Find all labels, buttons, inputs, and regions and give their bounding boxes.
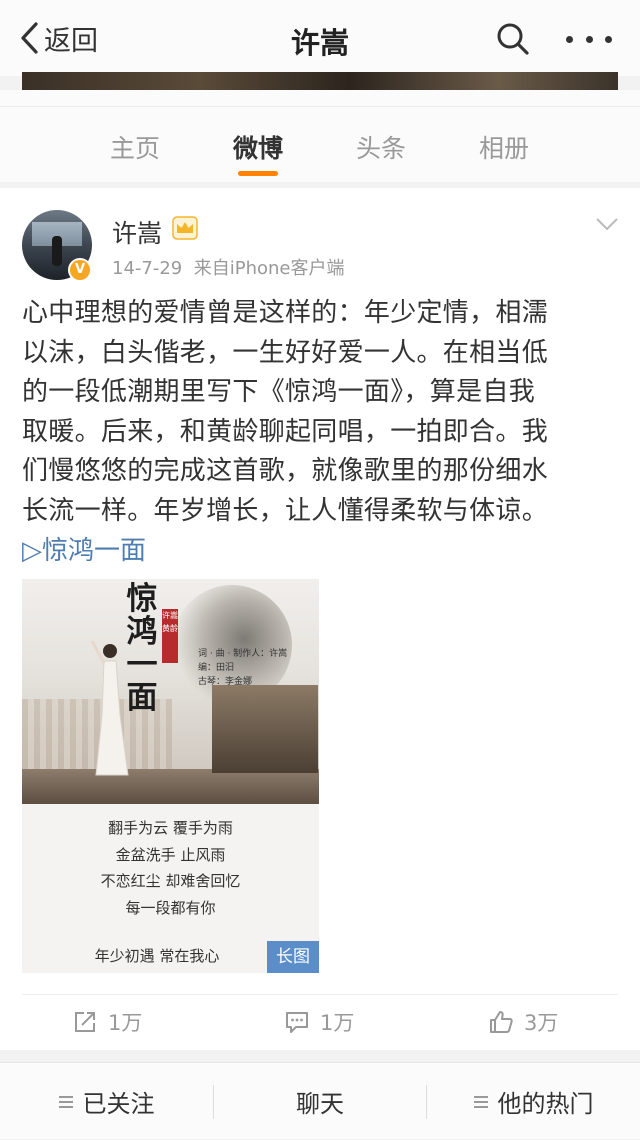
- post-meta: 14-7-29 来自iPhone客户端: [112, 254, 344, 280]
- poster-lyrics: 翻手为云 覆手为雨 金盆洗手 止风雨 不恋红尘 却难舍回忆 每一段都有你: [100, 819, 241, 917]
- long-image-badge: 长图: [267, 941, 319, 973]
- post-text-line: 以沫，白头偕老，一生好好爱一人。在相当低: [22, 337, 549, 368]
- tab-weibo[interactable]: 微博: [233, 129, 283, 165]
- poster-credits: 词 · 曲 · 制作人：许嵩 编：田汨 古琴：李金娜: [198, 649, 288, 687]
- like-button[interactable]: 3万: [488, 1006, 558, 1038]
- post-username[interactable]: 许嵩: [112, 214, 162, 250]
- like-count: 3万: [524, 1011, 559, 1035]
- post-text-line: 的一段低潮期里写下《惊鸿一面》，算是自我: [22, 377, 536, 407]
- post-source: 来自iPhone客户端: [193, 258, 345, 279]
- page-title: 许嵩: [290, 26, 349, 60]
- post-text-line: 心中理想的爱情曾是这样的：年少定情，相濡: [22, 298, 549, 328]
- cover-spacer: [0, 90, 640, 106]
- following-label: 已关注: [82, 1090, 155, 1118]
- menu-icon: [58, 1095, 73, 1108]
- following-button[interactable]: 已关注: [0, 1063, 213, 1140]
- musician-scene: [212, 685, 318, 773]
- post-image-poster[interactable]: 惊鸿一面 许嵩黄龄 词 · 曲 · 制作人：许嵩 编：田汨 古琴：李金娜 翻手为…: [22, 579, 319, 973]
- post-text-line: 长流一样。年岁增长，让人懂得柔软与体谅。: [22, 495, 549, 526]
- verified-badge-icon: V: [68, 258, 92, 282]
- nav-bar: 返回 许嵩: [0, 0, 640, 76]
- comment-count: 1万: [320, 1011, 355, 1035]
- crown-icon[interactable]: [172, 216, 198, 240]
- hot-posts-button[interactable]: 他的热门: [427, 1063, 640, 1140]
- repost-button[interactable]: 1万: [72, 1006, 142, 1038]
- comment-button[interactable]: 1万: [284, 1006, 354, 1038]
- profile-tabs: 主页 微博 头条 相册: [0, 106, 640, 182]
- profile-cover-image: [22, 72, 618, 90]
- song-link[interactable]: ▷惊鸿一面: [22, 530, 146, 567]
- chat-button[interactable]: 聊天: [214, 1063, 426, 1140]
- tab-headlines[interactable]: 头条: [356, 129, 406, 165]
- active-tab-indicator: [238, 171, 278, 176]
- divider: [22, 994, 618, 995]
- search-icon[interactable]: [496, 22, 530, 56]
- post-body: 心中理想的爱情曾是这样的：年少定情，相濡 以沫，白头偕老，一生好好爱一人。在相当…: [22, 294, 618, 531]
- thumbs-up-icon: [490, 1011, 513, 1033]
- post-card: V 许嵩 14-7-29 来自iPhone客户端 心中理想的爱情曾是这样的：年少…: [0, 188, 640, 1050]
- chevron-down-icon[interactable]: [594, 214, 620, 234]
- chat-label: 聊天: [296, 1090, 344, 1118]
- post-date: 14-7-29: [112, 258, 183, 279]
- post-text-line: 们慢悠悠的完成这首歌，就像歌里的那份细水: [22, 456, 549, 486]
- post-text-line: 取暖。后来，和黄龄聊起同唱，一拍即合。我: [22, 416, 549, 447]
- comment-icon: [286, 1012, 308, 1033]
- poster-seal: 许嵩黄龄: [162, 609, 178, 663]
- tab-home[interactable]: 主页: [110, 129, 160, 165]
- repost-count: 1万: [108, 1011, 143, 1035]
- menu-icon: [473, 1095, 488, 1108]
- tab-album[interactable]: 相册: [479, 129, 529, 165]
- more-options-icon[interactable]: [566, 24, 612, 54]
- repost-icon: [75, 1012, 95, 1032]
- poster-lyric-last: 年少初遇 常在我心: [94, 947, 220, 965]
- bottom-action-bar: 已关注 聊天 他的热门: [0, 1062, 640, 1139]
- hot-posts-label: 他的热门: [497, 1090, 594, 1118]
- poster-title: 惊鸿一面: [126, 581, 158, 716]
